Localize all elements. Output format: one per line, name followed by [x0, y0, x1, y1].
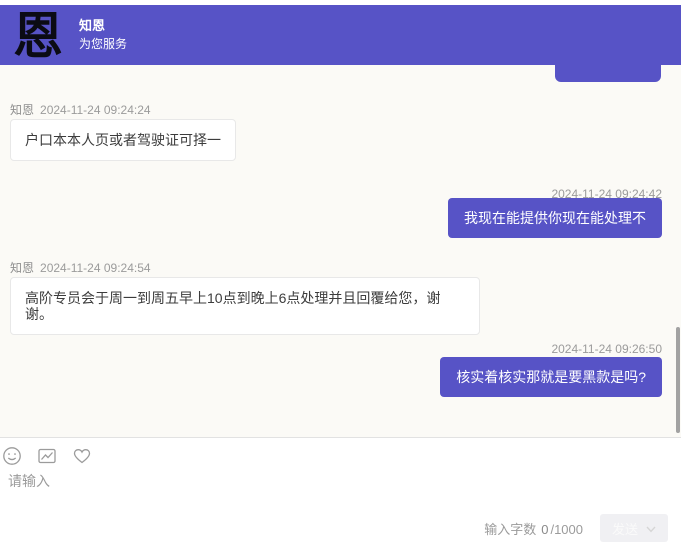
user-message-bubble: 我现在能提供你现在能处理不: [448, 198, 662, 238]
heart-icon[interactable]: [72, 446, 92, 466]
composer-toolbar: [2, 446, 92, 466]
char-counter: 输入字数 0/1000: [484, 519, 583, 538]
chevron-down-icon[interactable]: [646, 521, 656, 536]
chat-window: { "header": { "logo_char": "恩", "brand_n…: [0, 0, 681, 533]
message-timestamp: 2024-11-24 09:24:24: [40, 103, 151, 117]
brand-name: 知恩: [79, 18, 127, 34]
image-icon[interactable]: [37, 446, 57, 466]
header-bar: 恩 知恩 为您服务: [0, 5, 681, 65]
message-row: 户口本本人页或者驾驶证可择一: [0, 119, 681, 161]
partially-scrolled-user-bubble: [555, 65, 661, 82]
message-row: 核实着核实那就是要黑款是吗?: [0, 357, 681, 397]
message-timestamp: 2024-11-24 09:24:54: [40, 261, 151, 275]
agent-message-bubble: 户口本本人页或者驾驶证可择一: [10, 119, 236, 161]
send-button[interactable]: 发送: [600, 514, 668, 542]
message-timestamp: 2024-11-24 09:26:50: [551, 342, 662, 356]
message-row: 我现在能提供你现在能处理不: [0, 198, 681, 238]
composer-panel: 请输入 输入字数0/1000 发送: [0, 437, 681, 533]
brand-tagline: 为您服务: [79, 36, 127, 52]
agent-message-bubble: 高阶专员会于周一到周五早上10点到晚上6点处理并且回覆给您，谢谢。: [10, 277, 480, 335]
char-counter-label: 输入字数: [484, 522, 536, 537]
agent-name: 知恩: [10, 103, 34, 117]
message-input[interactable]: 请输入: [8, 471, 50, 491]
char-counter-limit: /1000: [550, 522, 583, 537]
char-counter-value: 0: [541, 522, 548, 537]
emoji-icon[interactable]: [2, 446, 22, 466]
chat-message-list: 知恩 2024-11-24 09:24:24 户口本本人页或者驾驶证可择一 202…: [0, 65, 681, 437]
agent-name: 知恩: [10, 261, 34, 275]
message-meta: 知恩 2024-11-24 09:24:24: [0, 101, 681, 119]
message-row: 高阶专员会于周一到周五早上10点到晚上6点处理并且回覆给您，谢谢。: [0, 277, 681, 335]
send-button-label: 发送: [612, 519, 638, 538]
brand-block: 知恩 为您服务: [79, 18, 127, 52]
message-meta: 知恩 2024-11-24 09:24:54: [0, 259, 681, 277]
brand-logo: 恩: [13, 11, 63, 61]
message-meta: 2024-11-24 09:26:50: [0, 340, 681, 358]
user-message-bubble: 核实着核实那就是要黑款是吗?: [440, 357, 662, 397]
